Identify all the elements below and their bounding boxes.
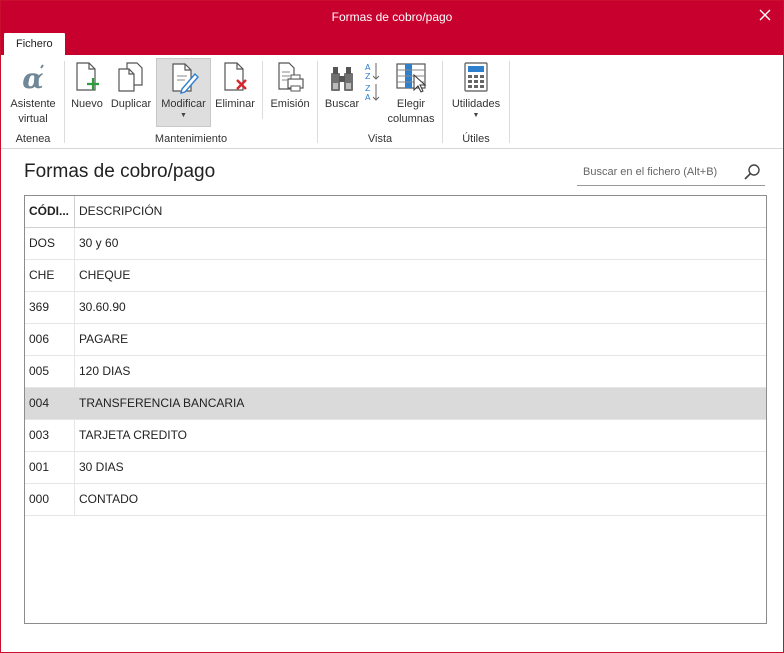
search-box — [577, 160, 765, 186]
eliminar-label: Eliminar — [215, 98, 255, 110]
cell-description: 120 DIAS — [79, 364, 131, 378]
close-icon — [759, 9, 771, 21]
asistente-virtual-button[interactable]: α Asistente virtual — [6, 59, 60, 127]
asistente-label-2: virtual — [18, 113, 48, 125]
svg-text:Z: Z — [365, 84, 371, 93]
column-header-descripcion[interactable]: DESCRIPCIÓN — [75, 196, 766, 227]
delete-document-icon — [224, 62, 247, 91]
grid-rows: DOS 30 y 60 CHE CHEQUE 369 30.60.90 006 PAGA… — [25, 228, 766, 516]
grid-header: CÓDI... DESCRIPCIÓN — [25, 196, 766, 228]
column-header-codigo[interactable]: CÓDI... — [25, 196, 75, 227]
group-name-utiles: Útiles — [462, 133, 490, 145]
table-row[interactable]: 006 PAGARE — [25, 324, 766, 356]
cell-code: 004 — [25, 388, 75, 419]
elegir-columnas-button[interactable]: Elegir columnas — [384, 59, 438, 127]
svg-text:A: A — [365, 63, 371, 72]
ribbon-group-mantenimiento: Nuevo Duplicar Modificar ▼ Eliminar Emis… — [65, 58, 317, 147]
sort-icon: A Z Z A — [365, 63, 380, 102]
cell-code: 003 — [25, 420, 75, 451]
nuevo-button[interactable]: Nuevo — [68, 59, 106, 112]
table-row[interactable]: CHE CHEQUE — [25, 260, 766, 292]
tab-strip: Fichero — [1, 33, 783, 55]
cell-description: PAGARE — [79, 332, 129, 346]
table-row[interactable]: 369 30.60.90 — [25, 292, 766, 324]
buscar-label: Buscar — [324, 98, 360, 110]
new-document-icon — [76, 62, 99, 91]
ribbon-separator — [509, 61, 510, 143]
modificar-label: Modificar — [161, 98, 206, 110]
modificar-button[interactable]: Modificar ▼ — [156, 58, 211, 127]
binoculars-icon — [331, 67, 353, 91]
search-icon[interactable] — [743, 163, 761, 181]
cell-code: 005 — [25, 356, 75, 387]
table-row[interactable]: 001 30 DIAS — [25, 452, 766, 484]
group-name-atenea: Atenea — [15, 133, 51, 145]
duplicate-icon — [118, 62, 143, 92]
columns-icon — [396, 63, 427, 93]
table-row-selected[interactable]: 004 TRANSFERENCIA BANCARIA — [25, 388, 766, 420]
eliminar-button[interactable]: Eliminar — [213, 59, 257, 112]
duplicar-button[interactable]: Duplicar — [108, 59, 154, 112]
search-input[interactable] — [577, 160, 737, 184]
cell-description: 30.60.90 — [79, 300, 126, 314]
ribbon-group-vista: Buscar A Z Z A Elegir columnas Vista — [318, 59, 442, 147]
table-row[interactable]: DOS 30 y 60 — [25, 228, 766, 260]
alpha-icon: α — [22, 63, 44, 93]
cell-description: TRANSFERENCIA BANCARIA — [79, 396, 245, 410]
window: Formas de cobro/pago Fichero α Asistente… — [0, 0, 784, 653]
emision-button[interactable]: Emisión — [267, 59, 313, 112]
chevron-down-icon: ▼ — [472, 112, 480, 119]
cell-code: 006 — [25, 324, 75, 355]
cell-description: TARJETA CREDITO — [79, 428, 188, 442]
cell-code: 369 — [25, 292, 75, 323]
ribbon: α Asistente virtual Atenea Nuevo Duplica… — [1, 55, 783, 149]
group-name-mantenimiento: Mantenimiento — [154, 133, 228, 145]
edit-document-icon — [171, 63, 199, 94]
cell-description: CHEQUE — [79, 268, 131, 282]
cell-code: DOS — [25, 228, 75, 259]
close-button[interactable] — [755, 5, 775, 25]
duplicar-label: Duplicar — [110, 98, 152, 110]
cell-description: 30 DIAS — [79, 460, 124, 474]
data-grid: CÓDI... DESCRIPCIÓN DOS 30 y 60 CHE CHEQUE… — [24, 195, 767, 624]
cell-description: 30 y 60 — [79, 236, 119, 250]
cell-code: 000 — [25, 484, 75, 515]
elegir-label-1: Elegir — [396, 98, 426, 110]
group-name-vista: Vista — [367, 133, 393, 145]
print-icon — [278, 62, 304, 92]
ribbon-separator-inner — [262, 61, 263, 119]
tab-fichero[interactable]: Fichero — [4, 33, 65, 55]
utilidades-button[interactable]: Utilidades ▼ — [447, 59, 505, 120]
cell-description: CONTADO — [79, 492, 139, 506]
cell-code: CHE — [25, 260, 75, 291]
table-row[interactable]: 000 CONTADO — [25, 484, 766, 516]
elegir-label-2: columnas — [387, 113, 435, 125]
window-title: Formas de cobro/pago — [331, 10, 453, 24]
ribbon-group-atenea: α Asistente virtual Atenea — [3, 59, 63, 147]
svg-text:Z: Z — [365, 72, 371, 81]
titlebar: Formas de cobro/pago — [1, 1, 783, 33]
table-row[interactable]: 005 120 DIAS — [25, 356, 766, 388]
chevron-down-icon: ▼ — [180, 112, 187, 119]
ribbon-group-utiles: Utilidades ▼ Útiles — [443, 59, 509, 147]
sort-button[interactable]: A Z Z A — [362, 59, 382, 103]
asistente-label-1: Asistente — [10, 98, 56, 110]
cell-code: 001 — [25, 452, 75, 483]
svg-text:A: A — [365, 93, 371, 102]
nuevo-label: Nuevo — [71, 98, 103, 110]
calculator-icon — [464, 62, 488, 92]
buscar-button[interactable]: Buscar — [322, 59, 362, 112]
table-row[interactable]: 003 TARJETA CREDITO — [25, 420, 766, 452]
utilidades-label: Utilidades — [451, 98, 501, 110]
emision-label: Emisión — [270, 98, 310, 110]
page-title: Formas de cobro/pago — [24, 161, 216, 182]
